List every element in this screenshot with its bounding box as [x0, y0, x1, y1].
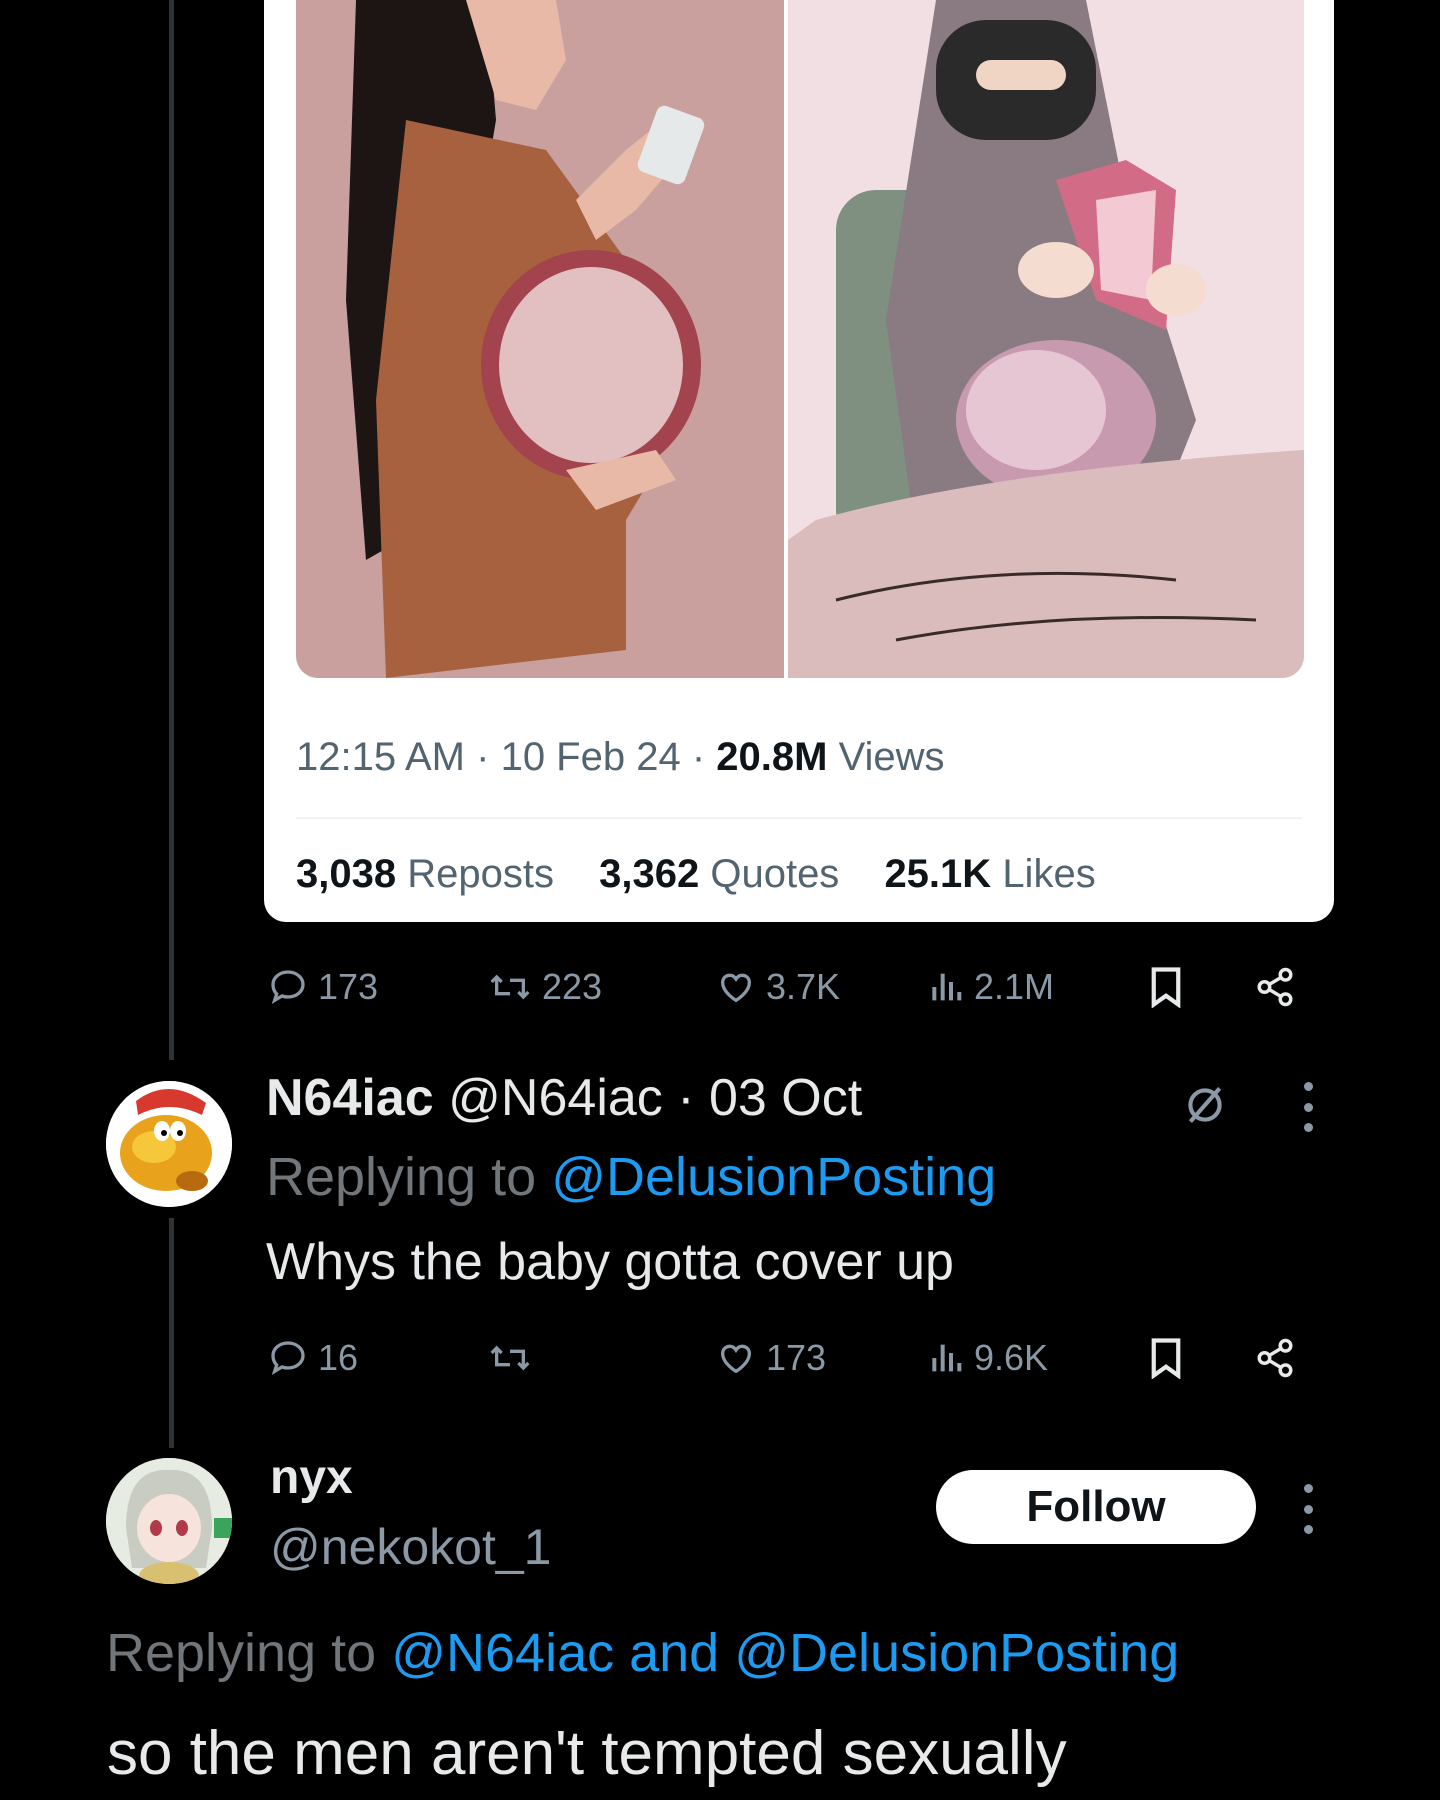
likes-label: Likes [1002, 852, 1096, 896]
views-button[interactable]: 9.6K [928, 1328, 1048, 1388]
meta-separator: · [691, 735, 717, 779]
bookmark-icon [1151, 1338, 1181, 1379]
reply-icon [271, 1341, 305, 1375]
post-timestamp-views: 12:15 AM · 10 Feb 24 · 20.8M Views [296, 735, 945, 780]
post-image[interactable] [296, 0, 1304, 678]
dot [1303, 1484, 1313, 1493]
views-bar-chart-icon [932, 1344, 962, 1372]
more-options-button[interactable] [1302, 1082, 1314, 1132]
reposts-label: Reposts [407, 852, 554, 896]
avatar[interactable] [106, 1081, 232, 1207]
hidden-reply-icon[interactable] [1180, 1080, 1230, 1130]
reply-text: so the men aren't tempted sexually [107, 1719, 1067, 1788]
card-divider [296, 817, 1302, 819]
quotes-stat[interactable]: 3,362 Quotes [599, 852, 839, 896]
thread-line-top [169, 0, 174, 1060]
share-icon [1257, 967, 1293, 1007]
like-count: 3.7K [766, 966, 841, 1007]
views-count: 20.8M [716, 735, 828, 779]
likes-stat[interactable]: 25.1K Likes [884, 852, 1095, 896]
more-options-button[interactable] [1302, 1484, 1314, 1534]
repost-icon [490, 974, 530, 1000]
reply-button[interactable]: 16 [268, 1328, 358, 1388]
display-name[interactable]: N64iac [266, 1069, 434, 1127]
reply-count: 16 [318, 1337, 359, 1378]
share-button[interactable] [1254, 957, 1296, 1017]
bookmark-button[interactable] [1148, 1328, 1184, 1388]
reply-actions: 16 173 9.6K [268, 1328, 1308, 1388]
reply-date[interactable]: 03 Oct [709, 1069, 862, 1127]
views-count: 2.1M [974, 966, 1055, 1007]
bookmark-button[interactable] [1148, 957, 1184, 1017]
dot [1303, 1504, 1313, 1514]
username-handle[interactable]: @N64iac [448, 1069, 663, 1127]
share-icon [1257, 1338, 1293, 1378]
repost-button[interactable]: 223 [488, 957, 602, 1017]
avatar-image [106, 1081, 232, 1207]
dot [1303, 1082, 1313, 1091]
dot [1303, 1102, 1313, 1112]
quotes-count: 3,362 [599, 852, 700, 896]
replying-to-link[interactable]: @DelusionPosting [551, 1147, 996, 1207]
post-engagement-stats: 3,038 Reposts 3,362 Quotes 25.1K Likes [296, 852, 1096, 897]
username-handle[interactable]: @nekokot_1 [270, 1518, 552, 1576]
heart-icon [720, 1344, 752, 1374]
repost-icon [490, 1345, 530, 1371]
reposts-stat[interactable]: 3,038 Reposts [296, 852, 554, 896]
main-post-actions: 173 223 3.7K 2.1M [268, 957, 1308, 1017]
views-count: 9.6K [974, 1337, 1049, 1378]
display-name[interactable]: nyx [270, 1450, 353, 1505]
like-button[interactable]: 173 [716, 1328, 826, 1388]
replying-to-link[interactable]: @N64iac and @DelusionPosting [391, 1623, 1179, 1683]
quoted-post-card[interactable]: 12:15 AM · 10 Feb 24 · 20.8M Views 3,038… [264, 0, 1334, 922]
meta-separator: · [476, 735, 501, 779]
views-label: Views [838, 735, 945, 779]
views-button[interactable]: 2.1M [928, 957, 1054, 1017]
reply-icon [271, 970, 305, 1004]
meta-separator: · [677, 1069, 710, 1127]
comparison-illustration [296, 0, 1304, 678]
thread-line-bottom [169, 1218, 174, 1448]
avatar-image [106, 1458, 232, 1584]
like-button[interactable]: 3.7K [716, 957, 840, 1017]
likes-count: 25.1K [884, 852, 992, 896]
reposts-count: 3,038 [296, 852, 397, 896]
reply-text: Whys the baby gotta cover up [266, 1233, 954, 1291]
reply-count: 173 [318, 966, 379, 1007]
dot [1303, 1123, 1313, 1132]
heart-icon [720, 973, 752, 1003]
share-button[interactable] [1254, 1328, 1296, 1388]
reply-header: N64iac @N64iac · 03 Oct [266, 1068, 862, 1128]
quotes-label: Quotes [710, 852, 840, 896]
thread-view: 12:15 AM · 10 Feb 24 · 20.8M Views 3,038… [0, 0, 1440, 1800]
dot [1303, 1525, 1313, 1534]
post-date[interactable]: 10 Feb 24 [501, 735, 681, 779]
replying-to-prefix: Replying to [266, 1147, 537, 1207]
post-time[interactable]: 12:15 AM [296, 735, 465, 779]
reply-button[interactable]: 173 [268, 957, 378, 1017]
follow-button[interactable]: Follow [936, 1470, 1256, 1544]
replying-to-prefix: Replying to [106, 1623, 377, 1683]
repost-count: 223 [542, 966, 603, 1007]
avatar[interactable] [106, 1458, 232, 1584]
bookmark-icon [1151, 967, 1181, 1008]
replying-to-line: Replying to @DelusionPosting [266, 1146, 996, 1208]
views-bar-chart-icon [932, 973, 962, 1001]
like-count: 173 [766, 1337, 827, 1378]
replying-to-line: Replying to @N64iac and @DelusionPosting [106, 1622, 1179, 1684]
repost-button[interactable] [488, 1328, 542, 1388]
